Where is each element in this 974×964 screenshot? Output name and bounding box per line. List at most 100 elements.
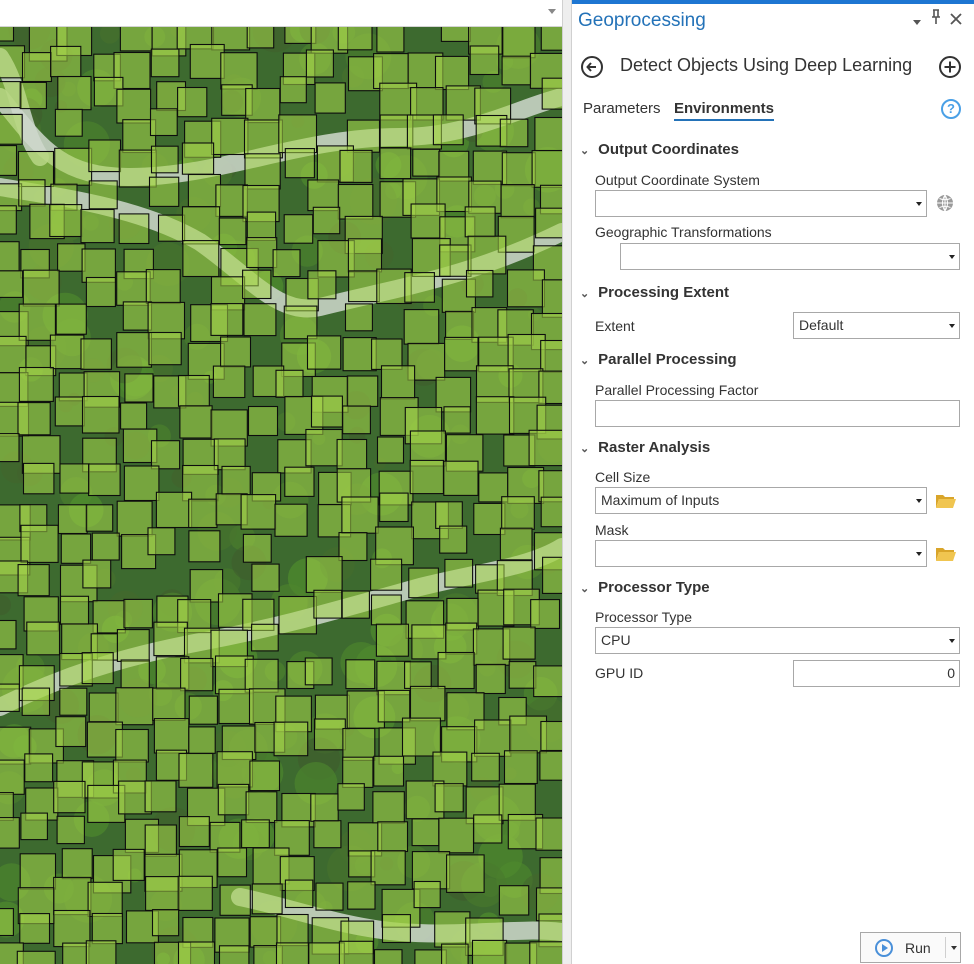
- detected-object-box[interactable]: [56, 815, 85, 845]
- detected-object-box[interactable]: [502, 626, 536, 660]
- detected-object-box[interactable]: [22, 462, 55, 495]
- detected-object-box[interactable]: [59, 463, 90, 494]
- detected-object-box[interactable]: [116, 271, 151, 306]
- detected-object-box[interactable]: [182, 240, 220, 278]
- detected-object-box[interactable]: [373, 755, 405, 787]
- detected-object-box[interactable]: [18, 179, 46, 207]
- geographic-transformations-select[interactable]: [620, 243, 960, 270]
- detected-object-box[interactable]: [529, 941, 562, 964]
- detected-object-box[interactable]: [506, 269, 545, 308]
- section-processor-type[interactable]: ⌄ Processor Type: [580, 579, 710, 596]
- detected-object-box[interactable]: [284, 148, 315, 179]
- section-parallel-processing[interactable]: ⌄ Parallel Processing: [580, 351, 737, 368]
- detected-object-box[interactable]: [377, 689, 411, 723]
- detected-object-box[interactable]: [242, 533, 272, 563]
- detected-object-box[interactable]: [217, 847, 248, 878]
- detected-object-box[interactable]: [409, 459, 444, 495]
- detected-object-box[interactable]: [380, 365, 416, 400]
- detected-object-box[interactable]: [0, 619, 17, 650]
- detected-object-box[interactable]: [313, 820, 342, 849]
- detected-object-box[interactable]: [116, 500, 153, 537]
- detected-object-box[interactable]: [314, 82, 346, 114]
- detected-object-box[interactable]: [284, 879, 314, 909]
- detected-object-box[interactable]: [0, 27, 15, 42]
- detected-object-box[interactable]: [120, 402, 148, 430]
- detected-object-box[interactable]: [535, 817, 562, 851]
- detected-object-box[interactable]: [348, 270, 380, 303]
- detected-object-box[interactable]: [283, 214, 314, 244]
- detected-object-box[interactable]: [88, 180, 118, 210]
- run-button[interactable]: Run: [860, 932, 961, 963]
- detected-object-box[interactable]: [307, 179, 340, 212]
- detected-object-box[interactable]: [178, 816, 210, 848]
- detected-object-box[interactable]: [0, 270, 24, 298]
- detected-object-box[interactable]: [542, 556, 562, 594]
- detected-object-box[interactable]: [434, 783, 464, 813]
- detected-object-box[interactable]: [307, 270, 337, 300]
- detected-object-box[interactable]: [17, 564, 50, 597]
- detected-object-box[interactable]: [115, 728, 149, 763]
- detected-object-box[interactable]: [120, 659, 150, 689]
- detected-object-box[interactable]: [507, 333, 546, 373]
- detected-object-box[interactable]: [180, 657, 214, 692]
- detected-object-box[interactable]: [336, 438, 368, 470]
- detected-object-box[interactable]: [181, 206, 221, 245]
- detected-object-box[interactable]: [376, 27, 405, 53]
- detected-object-box[interactable]: [337, 183, 374, 220]
- detected-object-box[interactable]: [441, 943, 469, 964]
- detected-object-box[interactable]: [220, 52, 258, 90]
- detected-object-box[interactable]: [123, 598, 153, 629]
- detected-object-box[interactable]: [247, 405, 279, 437]
- imagery-map-canvas[interactable]: [0, 27, 562, 964]
- detected-object-box[interactable]: [189, 569, 224, 603]
- detected-object-box[interactable]: [189, 43, 225, 79]
- detected-object-box[interactable]: [0, 792, 14, 821]
- detected-object-box[interactable]: [346, 375, 379, 407]
- detected-object-box[interactable]: [148, 331, 182, 366]
- cell-size-select[interactable]: Maximum of Inputs: [595, 487, 927, 514]
- detected-object-box[interactable]: [123, 465, 160, 502]
- detected-object-box[interactable]: [53, 876, 92, 916]
- processor-type-select[interactable]: CPU: [595, 627, 960, 654]
- detected-object-box[interactable]: [157, 214, 186, 242]
- detected-object-box[interactable]: [181, 142, 215, 175]
- detected-object-box[interactable]: [53, 909, 91, 948]
- detected-object-box[interactable]: [306, 335, 342, 370]
- detected-object-box[interactable]: [540, 27, 562, 51]
- detected-object-box[interactable]: [57, 75, 92, 111]
- detected-object-box[interactable]: [88, 463, 121, 497]
- detected-object-box[interactable]: [310, 395, 343, 428]
- detected-object-box[interactable]: [379, 147, 412, 180]
- pane-options-chevron-icon[interactable]: [912, 14, 922, 30]
- detected-object-box[interactable]: [19, 853, 57, 890]
- detected-object-box[interactable]: [439, 525, 468, 554]
- pane-splitter[interactable]: [562, 0, 572, 964]
- extent-select[interactable]: Default: [793, 312, 960, 339]
- output-coordinate-system-select[interactable]: [595, 190, 927, 217]
- detected-object-box[interactable]: [342, 727, 376, 761]
- detected-object-box[interactable]: [472, 150, 508, 185]
- detected-object-box[interactable]: [211, 117, 249, 156]
- detected-object-box[interactable]: [305, 49, 334, 78]
- detected-object-box[interactable]: [152, 687, 186, 721]
- detected-object-box[interactable]: [88, 139, 122, 173]
- detected-object-box[interactable]: [116, 332, 152, 368]
- detected-object-box[interactable]: [21, 687, 51, 716]
- detected-object-box[interactable]: [371, 338, 403, 370]
- help-icon[interactable]: ?: [941, 99, 961, 119]
- detected-object-box[interactable]: [145, 876, 180, 911]
- detected-object-box[interactable]: [0, 205, 17, 235]
- detected-object-box[interactable]: [337, 27, 373, 51]
- map-view[interactable]: [0, 0, 562, 964]
- detected-object-box[interactable]: [54, 147, 93, 186]
- detected-object-box[interactable]: [149, 108, 178, 137]
- tab-parameters[interactable]: Parameters: [583, 100, 661, 117]
- detected-object-box[interactable]: [188, 530, 221, 563]
- detected-object-box[interactable]: [177, 941, 216, 964]
- detected-object-box[interactable]: [55, 303, 87, 335]
- map-options-dropdown-icon[interactable]: [548, 9, 556, 14]
- detected-object-box[interactable]: [376, 436, 405, 464]
- detected-object-box[interactable]: [312, 206, 341, 235]
- detected-object-box[interactable]: [283, 305, 318, 340]
- detected-object-box[interactable]: [372, 791, 405, 824]
